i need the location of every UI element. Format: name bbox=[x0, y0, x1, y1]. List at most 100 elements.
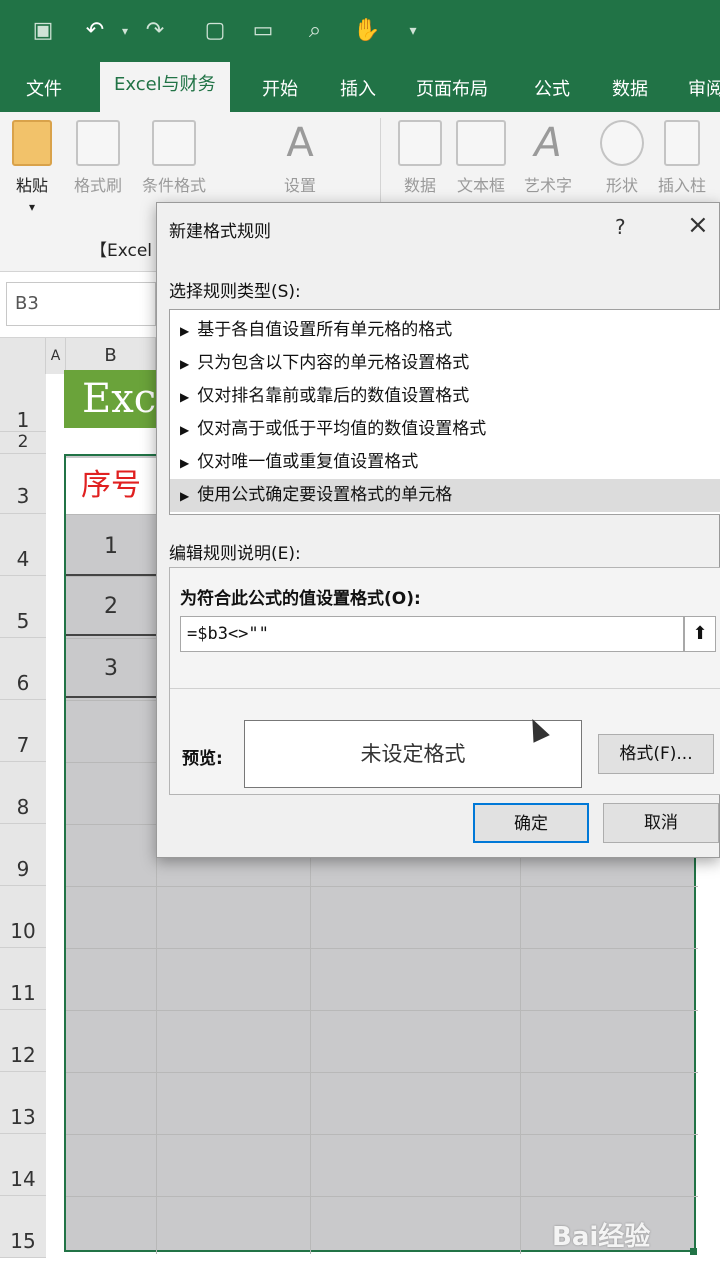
divider bbox=[170, 688, 720, 689]
row-header-10[interactable]: 10 bbox=[0, 886, 46, 948]
arrow-right-icon: ▶ bbox=[180, 423, 190, 437]
insert-column-chart-button[interactable]: 插入柱 bbox=[658, 120, 706, 196]
row-header-12[interactable]: 12 bbox=[0, 1010, 46, 1072]
conditional-format-button[interactable]: 条件格式 bbox=[142, 120, 206, 196]
row-header-4[interactable]: 4 bbox=[0, 514, 46, 576]
name-box[interactable]: B3 bbox=[6, 282, 156, 326]
shapes-icon bbox=[600, 120, 644, 166]
new-file-icon[interactable]: ▢ bbox=[200, 16, 230, 46]
row-header-8[interactable]: 8 bbox=[0, 762, 46, 824]
textbox-button[interactable]: 文本框 bbox=[456, 120, 506, 196]
tab-page-layout[interactable]: 页面布局 bbox=[416, 72, 488, 112]
wordart-label: 艺术字 bbox=[524, 176, 573, 195]
quick-access-toolbar: ▣ ↶ ▾ ↷ ▢ ▭ ⌕ ✋ ▾ bbox=[0, 0, 720, 62]
tab-insert[interactable]: 插入 bbox=[340, 72, 376, 112]
grid-format-icon bbox=[152, 120, 196, 166]
row-header-2[interactable]: 2 bbox=[0, 432, 46, 454]
paste-dropdown-icon[interactable]: ▾ bbox=[12, 200, 52, 214]
serial-cell-2[interactable]: 2 bbox=[66, 578, 156, 636]
paste-label: 粘贴 bbox=[15, 176, 48, 195]
row-header-5[interactable]: 5 bbox=[0, 576, 46, 638]
open-folder-icon[interactable]: ▭ bbox=[248, 16, 278, 46]
row-header-6[interactable]: 6 bbox=[0, 638, 46, 700]
row-header-7[interactable]: 7 bbox=[0, 700, 46, 762]
column-header-a[interactable]: A bbox=[46, 338, 66, 374]
ok-button[interactable]: 确定 bbox=[473, 803, 589, 843]
paste-button[interactable]: 粘贴 ▾ bbox=[12, 120, 52, 214]
rule-description-panel: 为符合此公式的值设置格式(O): =$b3<>"" ⬆ 预览: 未设定格式 格式… bbox=[169, 567, 720, 795]
rule-type-item[interactable]: ▶ 仅对高于或低于平均值的数值设置格式 bbox=[170, 413, 720, 446]
rule-type-label: 只为包含以下内容的单元格设置格式 bbox=[197, 353, 470, 373]
dialog-title: 新建格式规则 bbox=[169, 222, 271, 242]
tab-excel-finance[interactable]: Excel与财务 bbox=[100, 62, 230, 112]
shapes-label: 形状 bbox=[605, 176, 638, 195]
undo-dropdown-icon[interactable]: ▾ bbox=[110, 16, 140, 46]
textbox-icon bbox=[456, 120, 506, 166]
textbox-label: 文本框 bbox=[456, 176, 505, 195]
tab-file[interactable]: 文件 bbox=[26, 72, 62, 112]
customize-toolbar-icon[interactable]: ▾ bbox=[398, 16, 428, 46]
wordart-button[interactable]: A 艺术字 bbox=[524, 120, 572, 196]
rule-type-item[interactable]: ▶ 仅对唯一值或重复值设置格式 bbox=[170, 446, 720, 479]
row-header-3[interactable]: 3 bbox=[0, 454, 46, 514]
arrow-right-icon: ▶ bbox=[180, 390, 190, 404]
brush-icon bbox=[76, 120, 120, 166]
redo-icon[interactable]: ↷ bbox=[140, 16, 170, 46]
settings-label: 设置 bbox=[283, 176, 316, 195]
row-header-11[interactable]: 11 bbox=[0, 948, 46, 1010]
collapse-dialog-button[interactable]: ⬆ bbox=[684, 616, 716, 652]
rule-type-label: 仅对高于或低于平均值的数值设置格式 bbox=[197, 419, 487, 439]
rule-type-item[interactable]: ▶ 只为包含以下内容的单元格设置格式 bbox=[170, 347, 720, 380]
sheet-title-cell[interactable]: Exc bbox=[64, 370, 160, 428]
rule-type-label: 使用公式确定要设置格式的单元格 bbox=[197, 485, 453, 505]
grid-line bbox=[66, 886, 698, 887]
ribbon-tabs: 文件 Excel与财务 开始 插入 页面布局 公式 数据 审阅 bbox=[0, 62, 720, 112]
tab-formulas[interactable]: 公式 bbox=[534, 72, 570, 112]
help-button[interactable]: ? bbox=[615, 215, 626, 239]
save-icon[interactable]: ▣ bbox=[28, 16, 58, 46]
rule-type-label: 基于各自值设置所有单元格的格式 bbox=[197, 320, 453, 340]
print-preview-icon[interactable]: ⌕ bbox=[300, 16, 330, 46]
formula-input[interactable]: =$b3<>"" bbox=[180, 616, 684, 652]
rule-type-label: 仅对排名靠前或靠后的数值设置格式 bbox=[197, 386, 470, 406]
tab-data[interactable]: 数据 bbox=[612, 72, 648, 112]
arrow-right-icon: ▶ bbox=[180, 456, 190, 470]
undo-icon[interactable]: ↶ bbox=[80, 16, 110, 46]
rule-type-item[interactable]: ▶ 基于各自值设置所有单元格的格式 bbox=[170, 314, 720, 347]
row-header-13[interactable]: 13 bbox=[0, 1072, 46, 1134]
serial-cell-3[interactable]: 3 bbox=[66, 640, 156, 698]
row-header-9[interactable]: 9 bbox=[0, 824, 46, 886]
ribbon-group-label: 【Excel bbox=[90, 241, 153, 261]
formula-label: 为符合此公式的值设置格式(O): bbox=[180, 589, 421, 609]
tab-home[interactable]: 开始 bbox=[262, 72, 298, 112]
tab-review[interactable]: 审阅 bbox=[688, 72, 720, 112]
serial-cell-1[interactable]: 1 bbox=[66, 518, 156, 576]
data-button[interactable]: 数据 bbox=[398, 120, 442, 196]
row-header-14[interactable]: 14 bbox=[0, 1134, 46, 1196]
rule-type-list[interactable]: ▶ 基于各自值设置所有单元格的格式 ▶ 只为包含以下内容的单元格设置格式 ▶ 仅对排名… bbox=[169, 309, 720, 515]
clipboard-icon bbox=[12, 120, 52, 166]
row-header-1[interactable]: 1 bbox=[0, 374, 46, 432]
arrow-right-icon: ▶ bbox=[180, 489, 190, 503]
touch-mode-icon[interactable]: ✋ bbox=[352, 16, 382, 46]
grid-line bbox=[66, 948, 698, 949]
data-label: 数据 bbox=[403, 176, 436, 195]
settings-button[interactable]: A 设置 bbox=[278, 120, 322, 196]
rule-type-item-selected[interactable]: ▶ 使用公式确定要设置格式的单元格 bbox=[170, 479, 720, 512]
header-cell-serial[interactable]: 序号 bbox=[66, 458, 156, 514]
shapes-button[interactable]: 形状 bbox=[600, 120, 644, 196]
font-a-icon: A bbox=[286, 120, 314, 166]
rule-type-item[interactable]: ▶ 仅对排名靠前或靠后的数值设置格式 bbox=[170, 380, 720, 413]
grid-line bbox=[66, 1134, 698, 1135]
column-header-b[interactable]: B bbox=[66, 338, 156, 374]
fill-handle[interactable] bbox=[690, 1248, 697, 1255]
close-button[interactable]: × bbox=[687, 211, 709, 239]
wordart-icon: A bbox=[534, 120, 562, 166]
format-button[interactable]: 格式(F)... bbox=[598, 734, 714, 774]
preview-label: 预览: bbox=[182, 749, 223, 769]
cancel-button[interactable]: 取消 bbox=[603, 803, 719, 843]
select-all-corner[interactable] bbox=[0, 338, 46, 374]
row-header-15[interactable]: 15 bbox=[0, 1196, 46, 1258]
new-format-rule-dialog: 新建格式规则 ? × 选择规则类型(S): ▶ 基于各自值设置所有单元格的格式 ▶… bbox=[156, 202, 720, 858]
format-painter-button[interactable]: 格式刷 bbox=[74, 120, 122, 196]
